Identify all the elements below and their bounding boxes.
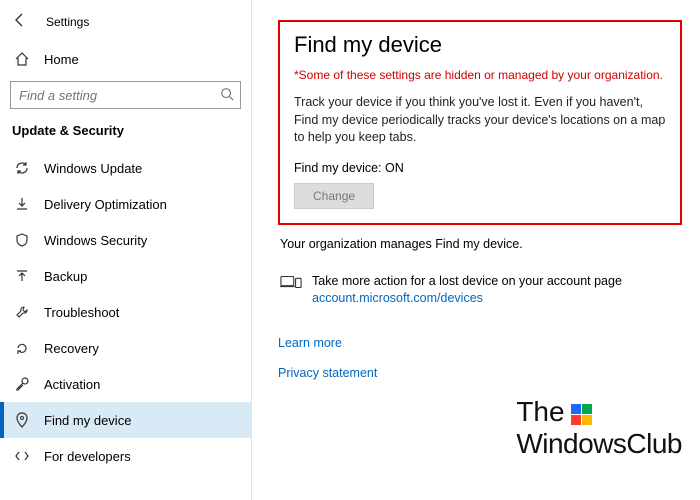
sidebar-item-windows-update[interactable]: Windows Update [0,150,251,186]
download-icon [14,196,30,212]
sidebar-item-for-developers[interactable]: For developers [0,438,251,474]
page-title: Find my device [294,32,666,58]
sidebar: Settings Home Update & Security Windows … [0,0,252,500]
watermark-line2: WindowsClub [516,428,682,460]
action-text-block: Take more action for a lost device on yo… [312,273,622,308]
sidebar-item-label: Activation [44,377,100,392]
location-icon [14,412,30,428]
search-input[interactable] [10,81,241,109]
sidebar-item-label: Troubleshoot [44,305,119,320]
learn-more-link[interactable]: Learn more [278,336,342,350]
key-icon [14,376,30,392]
sidebar-item-label: Backup [44,269,87,284]
sidebar-item-activation[interactable]: Activation [0,366,251,402]
sidebar-item-label: Windows Security [44,233,147,248]
window-title: Settings [46,15,89,29]
sidebar-item-delivery-optimization[interactable]: Delivery Optimization [0,186,251,222]
sidebar-item-recovery[interactable]: Recovery [0,330,251,366]
main-content: Find my device *Some of these settings a… [252,0,700,500]
org-warning: *Some of these settings are hidden or ma… [294,68,666,82]
action-description: Take more action for a lost device on yo… [312,274,622,288]
recovery-icon [14,340,30,356]
highlighted-section: Find my device *Some of these settings a… [278,20,682,225]
home-icon [14,51,30,67]
watermark: The WindowsClub [516,396,682,460]
home-label: Home [44,52,79,67]
nav-list: Windows Update Delivery Optimization Win… [0,150,251,500]
back-icon[interactable] [12,12,28,31]
windows-logo-icon [571,404,592,425]
sidebar-item-label: Delivery Optimization [44,197,167,212]
watermark-line1: The [516,396,564,428]
sync-icon [14,160,30,176]
search-icon [220,87,234,104]
devices-icon [280,274,302,293]
sidebar-item-label: Windows Update [44,161,142,176]
window-header: Settings [0,8,251,43]
search-field[interactable] [19,88,199,103]
status-text: Find my device: ON [294,161,666,175]
account-action: Take more action for a lost device on yo… [280,273,682,308]
change-button: Change [294,183,374,209]
sidebar-item-label: Recovery [44,341,99,356]
shield-icon [14,232,30,248]
sidebar-item-home[interactable]: Home [0,43,251,75]
sidebar-item-backup[interactable]: Backup [0,258,251,294]
sidebar-item-troubleshoot[interactable]: Troubleshoot [0,294,251,330]
wrench-icon [14,304,30,320]
sidebar-item-label: Find my device [44,413,131,428]
sidebar-item-windows-security[interactable]: Windows Security [0,222,251,258]
footer-links: Learn more Privacy statement [278,336,682,380]
backup-icon [14,268,30,284]
sidebar-item-find-my-device[interactable]: Find my device [0,402,251,438]
account-link[interactable]: account.microsoft.com/devices [312,291,483,305]
breadcrumb: Update & Security [0,119,251,150]
org-manages-text: Your organization manages Find my device… [280,237,682,251]
privacy-link[interactable]: Privacy statement [278,366,377,380]
sidebar-item-label: For developers [44,449,131,464]
feature-description: Track your device if you think you've lo… [294,94,666,147]
code-icon [14,448,30,464]
